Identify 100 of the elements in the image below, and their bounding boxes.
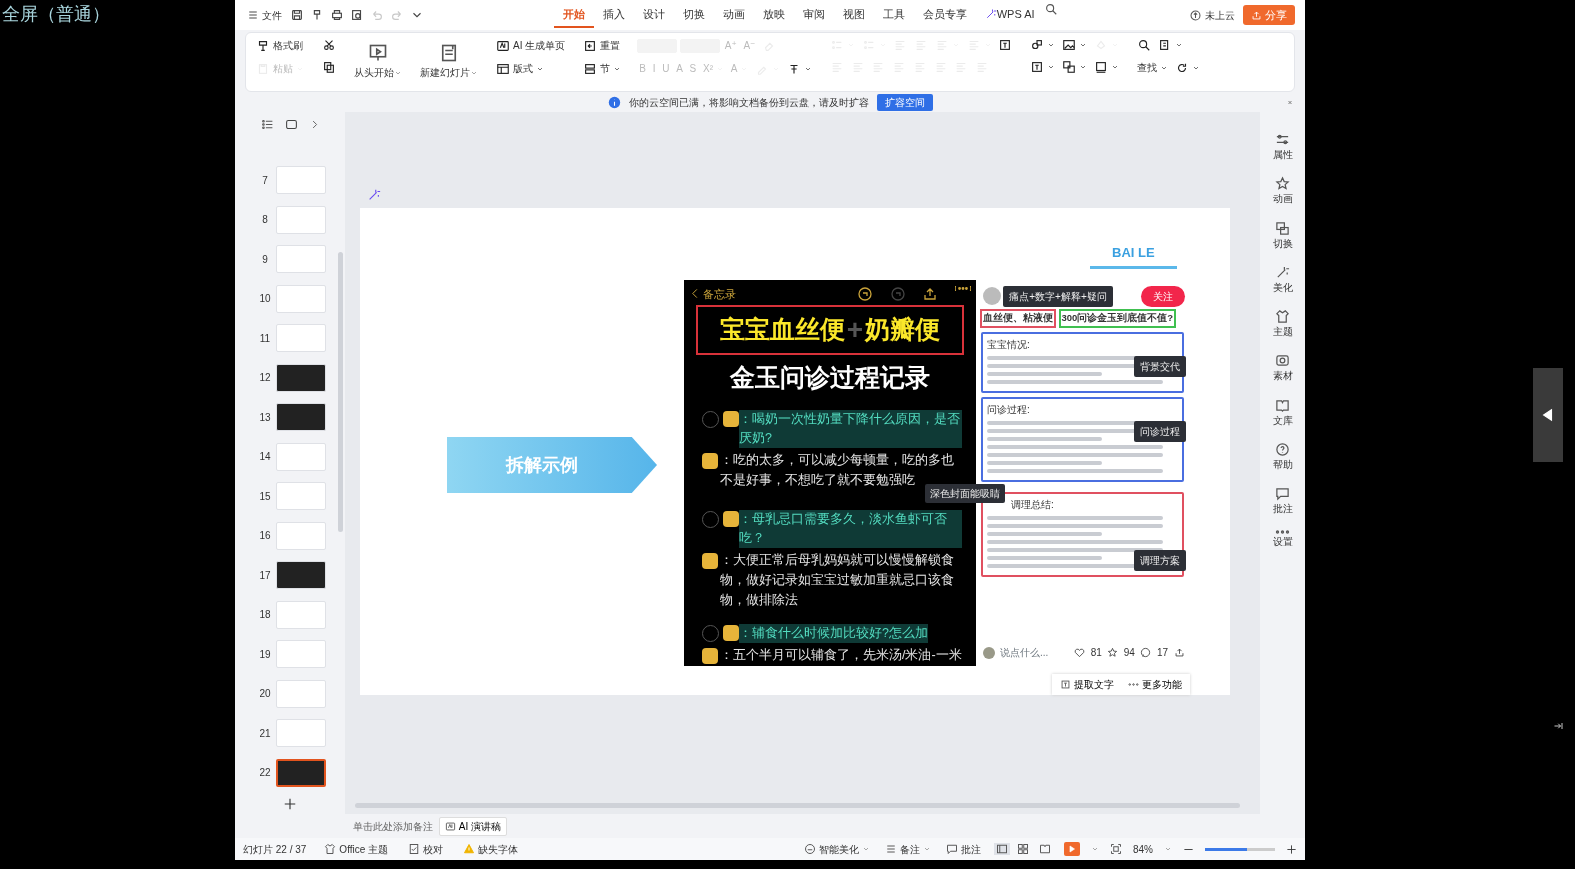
sliders-icon <box>1275 132 1290 147</box>
printer-icon[interactable] <box>330 8 344 22</box>
star-icon[interactable] <box>1107 647 1119 658</box>
slide-number: 9 <box>261 252 269 267</box>
reset-button[interactable]: 重置 <box>581 37 623 54</box>
comments-button[interactable]: 批注 <box>944 841 983 857</box>
image-tool-button[interactable]: 更多功能 <box>1128 677 1182 692</box>
menu-tab[interactable]: WPS AI <box>975 1 1044 29</box>
reset-icon <box>583 38 598 53</box>
fit-icon[interactable] <box>1110 843 1122 855</box>
outline-view-icon[interactable] <box>260 117 274 131</box>
comment-icon <box>1275 486 1290 501</box>
sidebar-item[interactable]: 动画 <box>1272 176 1293 207</box>
sidebar-item[interactable]: 设置 <box>1272 530 1293 550</box>
proofread-button[interactable]: 校对 <box>406 841 446 857</box>
format-button[interactable]: 查找 <box>1134 59 1170 76</box>
left-triangle-icon <box>1541 408 1555 422</box>
sidebar-item[interactable]: 主题 <box>1272 309 1293 340</box>
floppy-disk-icon[interactable] <box>290 8 304 22</box>
follow-button[interactable]: 关注 <box>1140 285 1185 307</box>
scissors-icon <box>322 38 336 52</box>
more-icon[interactable] <box>954 285 971 291</box>
slide-view-icon[interactable] <box>284 117 298 131</box>
arrange-icon <box>1062 60 1077 74</box>
slide-number: 22 <box>258 766 272 780</box>
view-button[interactable] <box>1037 843 1053 855</box>
section-button[interactable]: 节 <box>581 60 624 77</box>
sidebar-item[interactable]: 素材 <box>1272 353 1293 384</box>
menu-tab[interactable]: 设计 <box>633 1 674 29</box>
slide-number: 17 <box>258 568 272 583</box>
share-icon[interactable] <box>1173 647 1185 658</box>
menu-tab[interactable]: 放映 <box>753 1 794 29</box>
heart-icon[interactable] <box>1074 647 1086 658</box>
notes-button[interactable]: 备注 <box>883 841 933 857</box>
section-tag: 背景交代 <box>1134 355 1186 377</box>
slide-number: 18 <box>258 608 272 622</box>
play-icon <box>1068 845 1076 853</box>
answer-text: ：五个半月可以辅食了，先米汤/米油-一米 <box>720 647 962 665</box>
section-heading: 宝宝情况: <box>987 337 1031 352</box>
expand-storage-button[interactable]: 扩容空间 <box>876 93 933 111</box>
menu-tab[interactable]: 动画 <box>713 1 754 29</box>
missing-fonts-button[interactable]: 缺失字体 <box>461 841 521 857</box>
menu-tab[interactable]: 审阅 <box>793 1 834 29</box>
menu-tab[interactable]: 视图 <box>833 1 874 29</box>
emoji-icon <box>702 453 718 470</box>
emoji-icon <box>723 511 739 528</box>
proofread-icon <box>408 843 421 855</box>
play-slide-icon <box>368 43 388 63</box>
redo-icon[interactable] <box>889 285 906 302</box>
slideshow-button[interactable] <box>1064 842 1080 856</box>
sidebar-item[interactable]: 帮助 <box>1272 441 1293 472</box>
cloud-status[interactable]: 未上云 <box>1187 6 1238 24</box>
menu-tab[interactable]: 会员专享 <box>913 1 976 29</box>
close-icon[interactable] <box>1285 100 1295 104</box>
large-tool-button[interactable]: 新建幻灯片 <box>418 37 480 81</box>
image-tool-button[interactable]: 提取文字 <box>1060 677 1114 692</box>
preview-icon[interactable] <box>350 8 364 22</box>
sidebar-item[interactable]: 美化 <box>1272 264 1293 295</box>
undo-icon[interactable] <box>857 285 873 302</box>
layout-button[interactable]: 版式 <box>494 60 546 77</box>
ai-button[interactable]: AI 生成单页 <box>494 37 568 54</box>
back-link[interactable]: 备忘录 <box>689 285 737 302</box>
comment-field[interactable]: 说点什么... <box>1000 645 1049 660</box>
menu-tab[interactable]: 工具 <box>873 1 914 29</box>
sidebar-item[interactable]: 文库 <box>1272 397 1293 428</box>
slide-thumbnail[interactable] <box>276 758 326 787</box>
slide-number: 20 <box>258 687 272 701</box>
notes-icon <box>885 843 897 855</box>
ai-logo-icon[interactable] <box>367 188 381 202</box>
caret-icon <box>1079 41 1088 49</box>
hook-label: 痛点+数字+解释+疑问 <box>1003 285 1113 307</box>
comment-icon[interactable] <box>1140 647 1152 658</box>
beautify-button[interactable]: 智能美化 <box>802 841 872 857</box>
menu-tab[interactable]: 开始 <box>553 1 594 29</box>
menu-tab[interactable]: 切换 <box>673 1 714 29</box>
file-menu[interactable]: 文件 <box>245 6 284 24</box>
ai-speech-button[interactable]: AI 演讲稿 <box>439 816 507 836</box>
view-button[interactable] <box>994 843 1010 855</box>
search-icon[interactable] <box>1043 1 1058 16</box>
emoji-icon <box>723 625 739 642</box>
sidebar-item[interactable]: 属性 <box>1272 132 1293 163</box>
theme-button[interactable]: Office 主题 <box>322 841 391 857</box>
add-slide-icon[interactable] <box>283 796 297 811</box>
plus-icon[interactable] <box>1286 843 1297 855</box>
slide-number: 21 <box>258 726 272 741</box>
text-box-icon <box>998 38 1013 52</box>
large-tool-button[interactable]: 从头开始 <box>352 37 404 81</box>
sidebar-item[interactable]: 切换 <box>1272 220 1293 251</box>
brush-button[interactable]: 格式刷 <box>254 37 305 54</box>
side-panel-tab[interactable] <box>1533 368 1563 462</box>
shapes-icon <box>1030 38 1045 52</box>
reading-view-icon <box>1039 843 1051 855</box>
more-icon <box>1128 683 1139 686</box>
cloud-upload-icon <box>1189 8 1203 22</box>
zoom-value[interactable]: 84% <box>1133 841 1153 857</box>
slide-number: 12 <box>258 371 272 385</box>
notes-field[interactable]: 单击此处添加备注 <box>353 818 433 834</box>
sidebar-item[interactable]: 批注 <box>1272 486 1293 517</box>
zoom-slider[interactable] <box>1205 847 1247 851</box>
menu-tab[interactable]: 插入 <box>593 1 634 29</box>
